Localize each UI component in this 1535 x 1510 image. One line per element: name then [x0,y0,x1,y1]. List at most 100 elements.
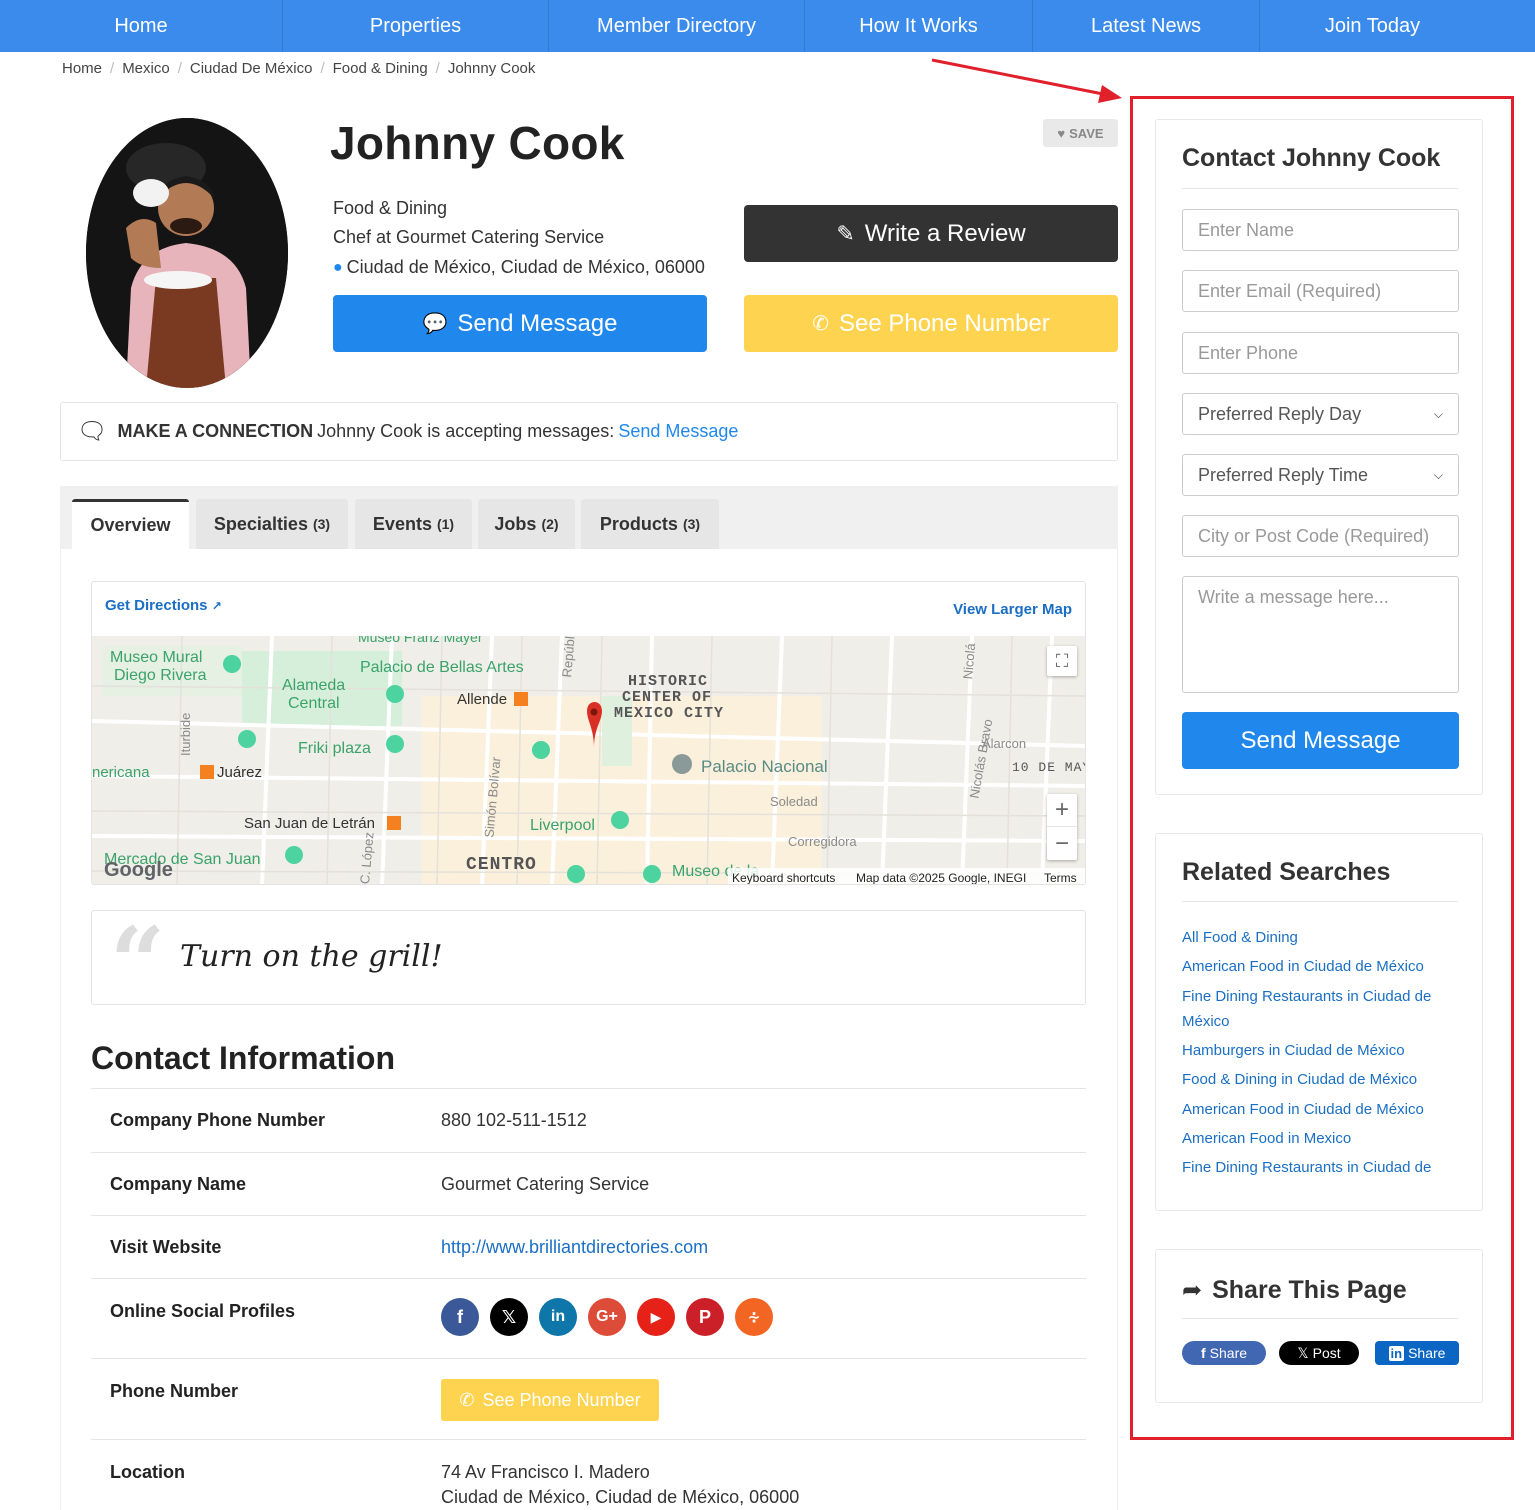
nav-join-today[interactable]: Join Today [1260,0,1485,52]
message-placeholder: Write a message here... [1198,587,1389,607]
nav-member-directory[interactable]: Member Directory [549,0,805,52]
social-icons: f 𝕏 in G+ ▶ P ∻ [441,1298,773,1336]
map-google-logo: Google [104,859,173,881]
tab-products[interactable]: Products (3) [581,499,719,549]
see-phone-button[interactable]: ✆ See Phone Number [744,295,1118,352]
related-link[interactable]: Fine Dining Restaurants in Ciudad de [1182,1155,1457,1175]
nav-latest-news[interactable]: Latest News [1033,0,1260,52]
tab-specialties-label: Specialties [213,513,308,534]
phone-icon: ✆ [812,313,829,335]
related-link[interactable]: Food & Dining in Ciudad de México [1182,1067,1457,1092]
contact-send-button[interactable]: Send Message [1182,712,1459,769]
avatar [86,118,288,388]
breadcrumb-food-dining[interactable]: Food & Dining [333,60,428,77]
zoom-out-button[interactable]: − [1047,827,1077,860]
youtube-icon[interactable]: ▶ [637,1298,675,1336]
contact-value: Gourmet Catering Service [441,1174,650,1194]
linkedin-share-button[interactable]: in Share [1375,1341,1459,1365]
facebook-share-button[interactable]: f Share [1182,1341,1266,1365]
quote-box: “ Turn on the grill! [91,910,1086,1011]
breadcrumb-home[interactable]: Home [62,60,102,77]
map-label-historic-1: HISTORIC [628,673,708,690]
x-icon[interactable]: 𝕏 [490,1298,528,1336]
related-link[interactable]: American Food in Mexico [1182,1126,1457,1151]
map-label-historic-3: MEXICO CITY [614,705,724,722]
related-link[interactable]: All Food & Dining [1182,925,1457,950]
connection-banner: 🗨 MAKE A CONNECTION Johnny Cook is accep… [60,402,1118,461]
nav-home[interactable]: Home [0,0,283,52]
view-larger-map-link[interactable]: View Larger Map [953,601,1072,618]
rss-icon[interactable]: ∻ [735,1298,773,1336]
map-label-liverpool: Liverpool [530,817,595,834]
map-label-palacio-bellas: Palacio de Bellas Artes [360,659,524,676]
related-link[interactable]: Hamburgers in Ciudad de México [1182,1038,1457,1063]
contact-form-title: Contact Johnny Cook [1182,144,1441,172]
map-label-san-juan-letran: San Juan de Letrán [244,815,375,832]
external-link-icon: ↗ [211,599,222,613]
map-label-alameda: Alameda [282,677,345,694]
tab-jobs-label: Jobs [494,513,537,534]
write-review-button[interactable]: ✎ Write a Review [744,205,1118,262]
tab-jobs-count: (2) [541,516,559,532]
reply-day-select[interactable]: Preferred Reply Day ⌵ [1182,393,1459,435]
top-navigation: Home Properties Member Directory How It … [0,0,1535,52]
heart-icon: ♥ [1057,125,1066,141]
map-label-palacio-nacional: Palacio Nacional [701,757,828,776]
breadcrumb-current: Johnny Cook [447,60,536,77]
related-link[interactable]: American Food in Ciudad de México [1182,1097,1457,1122]
send-message-button[interactable]: 💬 Send Message [333,295,707,352]
email-field[interactable]: Enter Email (Required) [1182,270,1459,312]
get-directions-link[interactable]: Get Directions ↗ [105,597,222,614]
tab-specialties[interactable]: Specialties (3) [196,499,348,549]
facebook-icon[interactable]: f [441,1298,479,1336]
message-textarea[interactable]: Write a message here... [1182,576,1459,693]
pinterest-icon[interactable]: P [686,1298,724,1336]
write-review-label: Write a Review [864,219,1026,247]
map-label-iturbide: Iturbide [178,713,193,756]
linkedin-share-label: Share [1408,1345,1446,1361]
connection-send-link[interactable]: Send Message [618,421,738,442]
x-post-button[interactable]: 𝕏 Post [1279,1341,1359,1365]
fullscreen-button[interactable]: ⛶ [1047,646,1077,676]
name-field[interactable]: Enter Name [1182,209,1459,251]
zoom-in-button[interactable]: + [1047,794,1077,827]
tab-events[interactable]: Events (1) [355,499,472,549]
related-link[interactable]: American Food in Ciudad de México [1182,954,1457,979]
location-line-1: 74 Av Francisco I. Madero [441,1462,650,1482]
edit-icon: ✎ [836,220,855,246]
chevron-down-icon: ⌵ [1433,467,1443,482]
map-label-corregidora: Corregidora [788,834,857,849]
see-phone-small-button[interactable]: ✆ See Phone Number [441,1379,659,1421]
map-label-diego-rivera: Diego Rivera [114,667,207,684]
phone-field[interactable]: Enter Phone [1182,332,1459,374]
tab-overview-label: Overview [90,515,171,535]
x-icon: 𝕏 [1297,1344,1309,1361]
see-phone-label: See Phone Number [838,309,1050,337]
map[interactable]: Museo Mural Diego Rivera Palacio de Bell… [92,636,1085,884]
tab-jobs[interactable]: Jobs (2) [478,499,575,549]
minus-icon: − [1054,829,1069,857]
map-label-museo-mural: Museo Mural [110,649,202,666]
nav-how-it-works[interactable]: How It Works [805,0,1033,52]
fullscreen-icon: ⛶ [1055,650,1069,671]
linkedin-icon: in [1388,1345,1405,1361]
breadcrumb-ciudad[interactable]: Ciudad De México [190,60,313,77]
city-field[interactable]: City or Post Code (Required) [1182,515,1459,557]
breadcrumb-mexico[interactable]: Mexico [122,60,170,77]
save-button[interactable]: ♥ SAVE [1043,119,1118,147]
map-label-allende: Allende [457,691,507,708]
linkedin-icon[interactable]: in [539,1298,577,1336]
nav-properties[interactable]: Properties [283,0,549,52]
profile-location: ● Ciudad de México, Ciudad de México, 06… [333,257,705,278]
reply-time-select[interactable]: Preferred Reply Time ⌵ [1182,454,1459,496]
facebook-icon: f [1200,1345,1206,1361]
tab-specialties-count: (3) [312,516,331,532]
google-plus-icon[interactable]: G+ [588,1298,626,1336]
divider [1182,188,1458,189]
x-post-label: Post [1312,1345,1341,1361]
profile-location-text: Ciudad de México, Ciudad de México, 0600… [346,257,705,277]
tab-overview[interactable]: Overview [72,499,189,549]
send-message-label: Send Message [457,309,618,337]
related-link[interactable]: Fine Dining Restaurants in Ciudad de Méx… [1182,984,1457,1034]
website-link[interactable]: http://www.brilliantdirectories.com [441,1237,708,1258]
